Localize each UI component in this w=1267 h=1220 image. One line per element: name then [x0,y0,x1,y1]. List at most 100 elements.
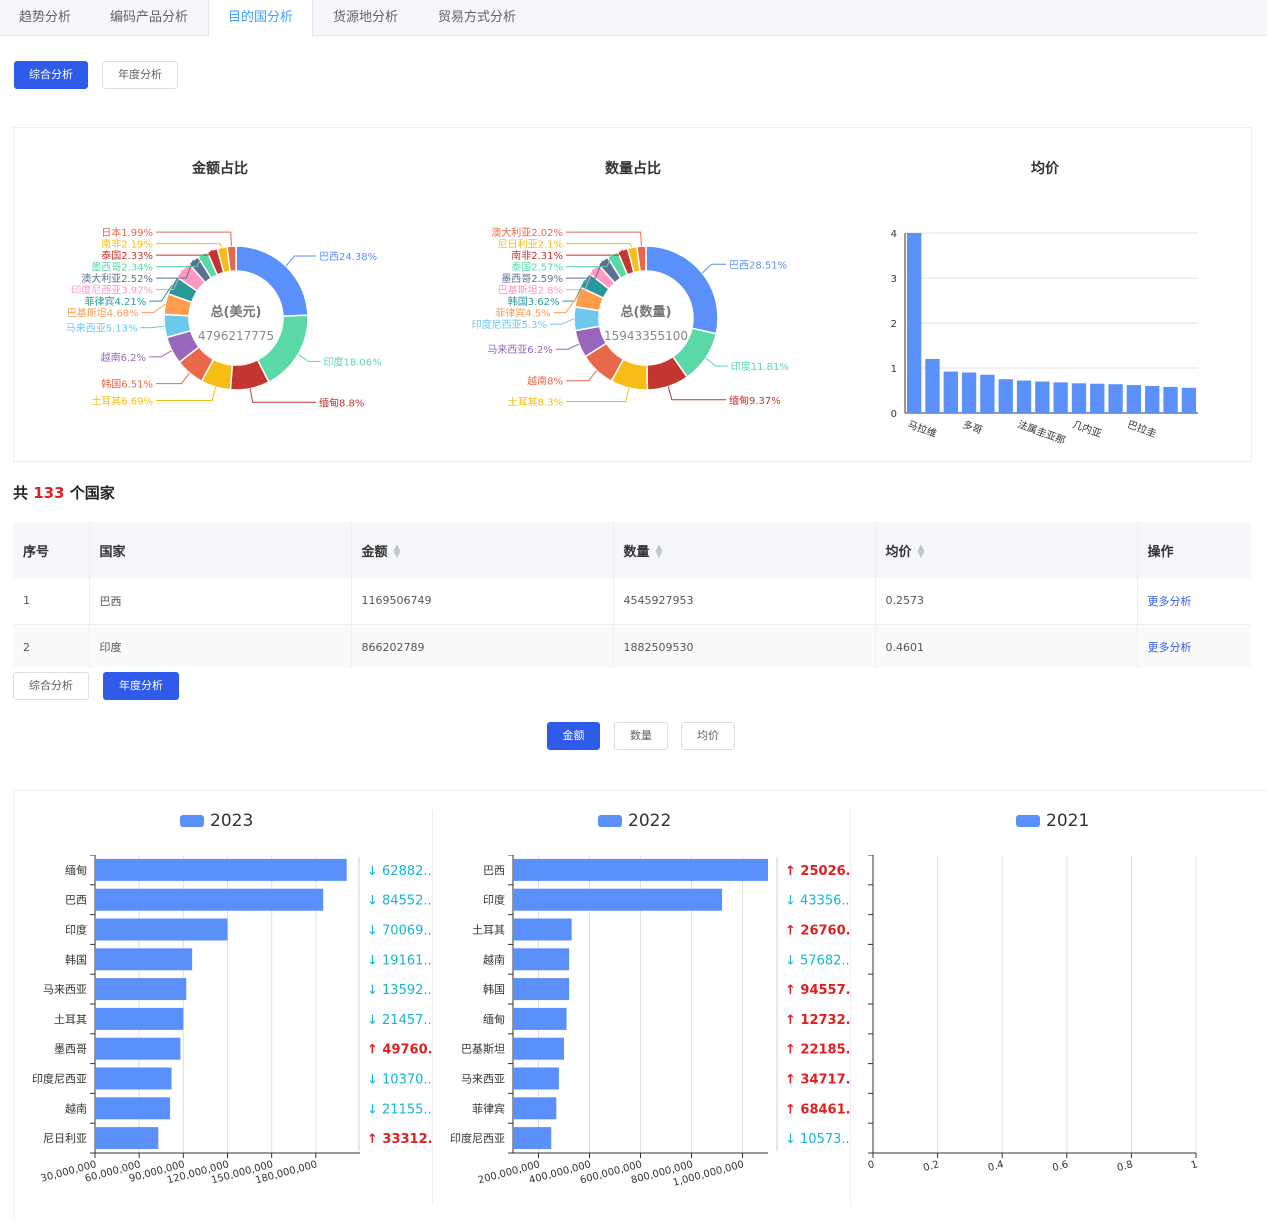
more-analysis-link[interactable]: 更多分析 [1137,578,1251,625]
slice-label: 韩国6.51% [101,378,153,391]
change-label: ↓ 13592.. [367,983,432,998]
x-tick-label: 多哥 [961,418,984,437]
label-line [140,325,165,329]
change-label: ↑ 49760.. [367,1043,432,1058]
change-label: ↑ 26760.. [785,924,850,939]
avg-price-bar [998,379,1013,413]
amount-bar [95,858,347,881]
change-label: ↓ 62882.. [367,864,432,879]
slice-label: 菲律宾4.5% [495,307,550,320]
combined-analysis-button-2[interactable]: 综合分析 [13,672,89,700]
x-tick-label: 0.6 [1051,1159,1069,1174]
label-line [705,357,728,367]
cell-amount: 866202789 [351,624,614,671]
sort-icon[interactable]: ▲ ▼ [656,544,663,560]
legend-2022[interactable]: 2022 [598,811,671,831]
amount-bar [513,918,572,941]
legend-2023[interactable]: 2023 [180,811,253,831]
amount-bar [513,858,768,881]
metric-quantity-button[interactable]: 数量 [614,722,668,750]
amount-bar [95,948,193,971]
col-amount[interactable]: 金额 ▲ ▼ [351,522,614,578]
tab-source[interactable]: 货源地分析 [313,0,418,36]
col-action: 操作 [1137,522,1251,578]
slice-label: 印度11.81% [731,360,789,373]
avg-price-bar [1053,382,1068,413]
label-line [667,386,726,401]
label-line [297,353,321,362]
divider [432,810,433,1205]
sort-icon[interactable]: ▲ ▼ [394,544,401,560]
donut-slice [645,245,719,335]
slice-label: 菲律宾4.21% [85,295,147,308]
sort-icon[interactable]: ▲ ▼ [918,544,925,560]
avg-price-bar [1181,387,1196,413]
y-tick-label: 1 [891,364,897,375]
avg-price-title: 均价 [1031,161,1059,177]
quantity-share-donut-chart: 巴西28.51% 印度11.81% 缅甸9.37% 澳大利亚2.02%尼日利亚2.1%… [472,226,789,408]
slice-label: 越南8% [527,375,563,388]
slice-label: 墨西哥2.59% [501,273,563,285]
label-line [156,243,223,248]
col-index: 序号 [13,522,90,578]
more-analysis-link[interactable]: 更多分析 [1137,624,1251,671]
slice-label: 巴基斯坦2.8% [498,284,563,297]
avg-price-bar [961,372,977,413]
change-label: ↓ 10573.. [785,1132,850,1147]
col-country: 国家 [89,522,352,578]
slice-label: 巴基斯坦4.68% [67,307,139,320]
change-label: ↓ 57682.. [785,953,850,968]
tab-trade-mode[interactable]: 贸易方式分析 [418,0,536,36]
donut-center-label: 总(美元) [211,304,262,320]
combined-analysis-button[interactable]: 综合分析 [14,61,88,89]
quantity-share-title: 数量占比 [605,161,661,177]
slice-label: 缅甸9.37% [729,394,781,407]
cell-quantity: 1882509530 [613,624,876,671]
cell-avg-price: 0.4601 [875,624,1138,671]
col-quantity[interactable]: 数量 ▲ ▼ [613,522,876,578]
category-label: 尼日利亚 [43,1132,87,1145]
donut-center-value: 4796217775 [198,329,274,343]
metric-amount-button[interactable]: 金额 [547,722,600,750]
donut-center-value: 15943355100 [604,329,688,343]
slice-label: 日本1.99% [101,226,153,239]
legend-2021[interactable]: 2021 [1016,811,1089,831]
avg-price-bar [1016,380,1032,413]
amount-bar [513,1007,567,1030]
table-header-row: 序号 国家 金额 ▲ ▼ 数量 ▲ ▼ 均价 ▲ ▼ 操作 [13,522,1251,578]
avg-price-bar [980,374,995,413]
slice-label: 印度尼西亚5.3% [472,318,547,331]
avg-price-bar-chart: 0 1 2 3 4 马拉维 多哥 法属圭亚那 几内亚 巴拉圭 [891,229,1198,445]
avg-price-bar [1163,386,1178,413]
yearly-analysis-button-2[interactable]: 年度分析 [103,672,179,700]
x-tick-label: 法属圭亚那 [1016,418,1067,445]
divider [850,810,851,1205]
tab-destination[interactable]: 目的国分析 [208,0,313,37]
slice-label: 南非2.31% [511,249,563,262]
col-avg-price[interactable]: 均价 ▲ ▼ [875,522,1138,578]
slice-label: 缅甸8.8% [319,396,364,409]
yearly-analysis-button[interactable]: 年度分析 [102,61,178,89]
amount-bar [513,1127,552,1150]
label-line [555,343,580,350]
category-label: 越南 [483,952,505,966]
change-label: ↓ 84552.. [367,894,432,909]
category-label: 缅甸 [65,863,87,877]
slice-label: 印度尼西亚3.97% [71,284,153,297]
tab-trend[interactable]: 趋势分析 [0,0,90,36]
cell-quantity: 4545927953 [613,578,876,625]
change-label: ↑ 94557.. [785,983,850,998]
category-label: 印度尼西亚 [32,1072,87,1086]
avg-price-bar [1035,381,1050,413]
change-label: ↓ 21155.. [367,1102,432,1117]
amount-share-donut-chart: 巴西24.38% 印度18.06% 缅甸8.8% 日本1.99%南非2.19%泰国2.… [66,226,382,409]
table-row: 2 印度 866202789 1882509530 0.4601 更多分析 [13,624,1251,671]
avg-price-bar [943,371,958,413]
label-line [566,387,630,403]
amount-bar [95,1127,159,1150]
cell-country: 印度 [89,624,352,671]
amount-bar [513,948,570,971]
metric-avg-button[interactable]: 均价 [681,722,735,750]
slice-label: 巴西28.51% [729,259,787,271]
tab-product[interactable]: 编码产品分析 [90,0,208,36]
